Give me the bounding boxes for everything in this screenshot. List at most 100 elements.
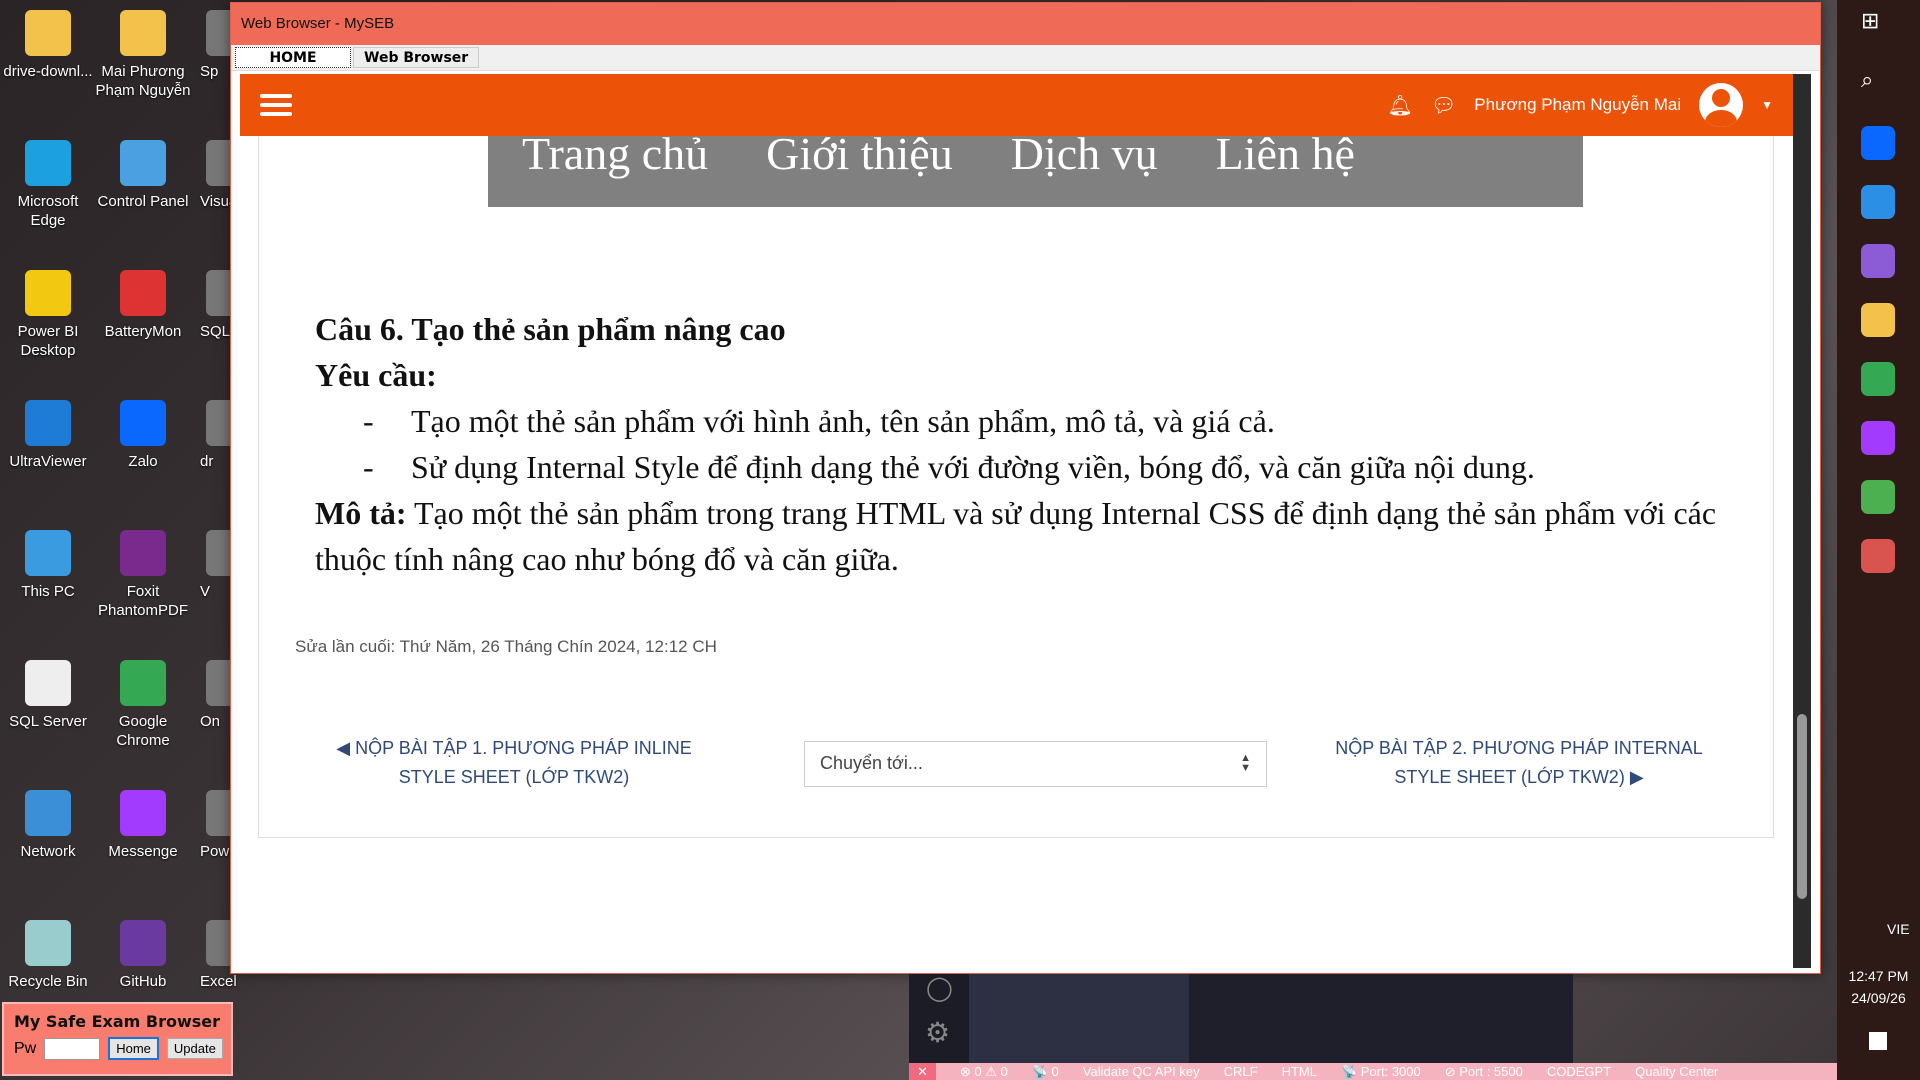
clock-date[interactable]: 24/09/26 [1837, 990, 1920, 1006]
visual-studio-icon[interactable] [1861, 244, 1895, 278]
chevron-down-icon[interactable]: ▼ [1761, 98, 1773, 112]
scrollbar[interactable] [1793, 74, 1811, 968]
windows-icon[interactable]: ⊞ [1861, 8, 1895, 42]
desktop-icon[interactable]: UltraViewer [0, 400, 96, 471]
select-value: Chuyển tới... [820, 753, 923, 773]
desktop-icon[interactable]: Messenge [95, 790, 191, 861]
app-icon [120, 270, 166, 316]
desktop-icon[interactable]: Google Chrome [95, 660, 191, 750]
app-icon [120, 660, 166, 706]
status-item[interactable]: ⊘ Port : 5500 [1445, 1063, 1523, 1080]
desktop-icon[interactable]: Control Panel [95, 140, 191, 211]
desktop-icon[interactable]: SQL Server [0, 660, 96, 731]
nav-text: Dịch vụ [1010, 136, 1158, 179]
requirement-item: Tạo một thẻ sản phẩm với hình ảnh, tên s… [411, 403, 1275, 439]
status-item[interactable]: 📡 Port: 3000 [1341, 1063, 1421, 1080]
description: Tạo một thẻ sản phẩm trong trang HTML và… [315, 495, 1717, 577]
status-item[interactable]: 📡 0 [1032, 1063, 1059, 1080]
prev-activity-link[interactable]: ◀ NỘP BÀI TẬP 1. PHƯƠNG PHÁP INLINE STYL… [329, 734, 699, 792]
tab-home[interactable]: HOME [235, 47, 351, 68]
desktop-icon[interactable]: drive-downl... [0, 10, 96, 81]
home-button[interactable]: Home [108, 1037, 159, 1060]
desktop-icon[interactable]: This PC [0, 530, 96, 601]
app-icon [25, 140, 71, 186]
status-item[interactable]: ⊗ 0 ⚠ 0 [960, 1063, 1008, 1080]
search-icon[interactable]: ⌕ [1861, 67, 1895, 101]
assignment-text: Câu 6. Tạo thẻ sản phẩm nâng cao Yêu cầu… [315, 306, 1755, 582]
app-icon [120, 790, 166, 836]
desktop-icon-label: Excel [200, 973, 237, 990]
sort-arrows-icon: ▲ ▼ [1240, 752, 1251, 774]
next-activity-link[interactable]: NỘP BÀI TẬP 2. PHƯƠNG PHÁP INTERNAL STYL… [1319, 734, 1719, 792]
app-icon [120, 400, 166, 446]
app-icon [25, 530, 71, 576]
status-item[interactable]: Quality Center [1635, 1063, 1718, 1080]
window-title: Web Browser - MySEB [231, 3, 1820, 45]
desktop-icon[interactable]: Microsoft Edge [0, 140, 96, 230]
password-input[interactable] [44, 1037, 101, 1060]
desktop-icon[interactable]: Power BI Desktop [0, 270, 96, 360]
account-icon[interactable]: ◯ [926, 974, 953, 1003]
desktop-icon[interactable]: Foxit PhantomPDF [95, 530, 191, 620]
tab-web-browser[interactable]: Web Browser [353, 47, 480, 68]
seb-title: My Safe Exam Browser [14, 1012, 221, 1031]
desktop-icon-label: Zalo [128, 453, 158, 470]
language-indicator[interactable]: VIE [1887, 921, 1910, 937]
jump-to-select[interactable]: Chuyển tới... ▲ ▼ [804, 741, 1267, 787]
requirement-item: Sử dụng Internal Style để định dạng thẻ … [411, 449, 1535, 485]
notification-icon[interactable] [1869, 1032, 1887, 1050]
status-item[interactable]: HTML [1282, 1063, 1317, 1080]
app-icon [120, 140, 166, 186]
seb-panel: My Safe Exam Browser Pw Home Update [2, 1002, 233, 1076]
update-button[interactable]: Update [166, 1038, 223, 1059]
desktop-icon[interactable]: Zalo [95, 400, 191, 471]
desktop-icon-label: Google Chrome [116, 713, 170, 749]
description-label: Mô tả: [315, 495, 407, 531]
chat-icon[interactable]: 💬︎ [1431, 93, 1456, 118]
desktop-icon-label: This PC [21, 583, 75, 600]
desktop-icon-label: GitHub [119, 973, 167, 990]
app-icon [25, 790, 71, 836]
app-icon [25, 10, 71, 56]
messenger-icon[interactable] [1861, 421, 1895, 455]
desktop-icon-label: Messenge [108, 843, 178, 860]
zalo-icon[interactable] [1861, 126, 1895, 160]
requirements-label: Yêu cầu: [315, 357, 437, 393]
vscode-background: ◯ ⚙ [909, 974, 1573, 1063]
vscode-icon[interactable] [1861, 185, 1895, 219]
bell-icon[interactable]: 🔔︎ [1388, 93, 1413, 118]
avatar[interactable] [1699, 83, 1744, 127]
app-icon [120, 920, 166, 966]
app-icon[interactable] [1861, 480, 1895, 514]
heading: Câu 6. Tạo thẻ sản phẩm nâng cao [315, 311, 786, 347]
desktop-icon[interactable]: Mai Phương Phạm Nguyễn [95, 10, 191, 100]
user-name[interactable]: Phương Phạm Nguyễn Mai [1474, 95, 1681, 115]
desktop-icon[interactable]: GitHub [95, 920, 191, 991]
desktop-icon-label: UltraViewer [9, 453, 87, 470]
browser-window: Web Browser - MySEB HOME Web Browser 🔔︎ … [230, 2, 1821, 974]
web-page: 🔔︎ 💬︎ Phương Phạm Nguyễn Mai ▼ Trang chủ… [240, 74, 1811, 968]
app-icon [25, 270, 71, 316]
desktop-icon[interactable]: Recycle Bin [0, 920, 96, 991]
desktop-icon-label: drive-downl... [3, 63, 93, 80]
chrome-icon[interactable] [1861, 362, 1895, 396]
app-icon [25, 660, 71, 706]
desktop-icon-label: Recycle Bin [8, 973, 88, 990]
status-item[interactable]: CODEGPT [1547, 1063, 1611, 1080]
status-item[interactable]: CRLF [1224, 1063, 1258, 1080]
status-item[interactable]: Validate QC API key [1083, 1063, 1200, 1080]
desktop-icon[interactable]: Network [0, 790, 96, 861]
app-icon [25, 400, 71, 446]
app-icon [120, 530, 166, 576]
desktop-icon-label: Microsoft Edge [17, 193, 79, 229]
desktop-icon-label: Power BI Desktop [17, 323, 79, 359]
chart-app-icon[interactable] [1861, 539, 1895, 573]
gear-icon[interactable]: ⚙ [925, 1016, 950, 1049]
remote-icon[interactable]: ✕ [909, 1063, 936, 1080]
content-card: Trang chủ Giới thiệu Dịch vụ Liên hệ Câu… [258, 74, 1774, 838]
file-explorer-icon[interactable] [1861, 303, 1895, 337]
menu-icon[interactable] [260, 89, 292, 121]
clock-time[interactable]: 12:47 PM [1837, 968, 1920, 984]
status-bar: ✕ ⊗ 0 ⚠ 0 📡 0 Validate QC API key CRLF HTML 📡 … [909, 1063, 1837, 1080]
desktop-icon[interactable]: BatteryMon [95, 270, 191, 341]
